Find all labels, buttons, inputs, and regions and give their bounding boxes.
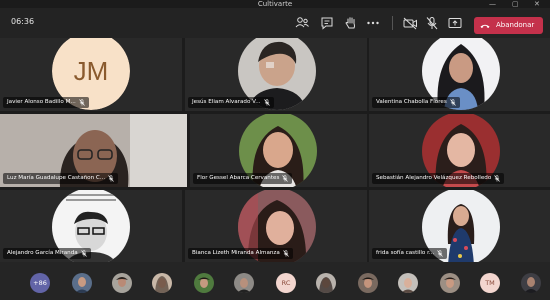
people-icon[interactable]: [293, 14, 311, 32]
participant-nametag: Sebastián Alejandro Velázquez Rebolledo: [372, 173, 505, 184]
mic-muted-icon: [108, 175, 114, 182]
avatar[interactable]: [152, 273, 172, 293]
title-bar: Cultivarte — ▢ ✕: [0, 0, 550, 8]
avatar[interactable]: [194, 273, 214, 293]
more-icon[interactable]: [364, 14, 382, 32]
participant-tile[interactable]: frida sofía castillo r...: [369, 190, 550, 262]
participant-tile[interactable]: JM Javier Alonso Badillo M...: [0, 38, 182, 111]
participant-nametag: frida sofía castillo r...: [372, 248, 448, 259]
participant-tile[interactable]: Jesús Eliam Alvarado V...: [185, 38, 367, 111]
minimize-button[interactable]: —: [489, 0, 496, 8]
avatar[interactable]: [521, 273, 541, 293]
participant-name: Flor Gessel Abarca Cervantes: [197, 175, 280, 181]
maximize-button[interactable]: ▢: [512, 0, 519, 8]
participant-tile[interactable]: Sebastián Alejandro Velázquez Rebolledo: [369, 114, 550, 187]
mic-muted-icon: [282, 175, 289, 182]
participant-tile[interactable]: Flor Gessel Abarca Cervantes: [190, 114, 367, 187]
mic-muted-icon: [79, 99, 85, 106]
avatar[interactable]: [72, 273, 92, 293]
window-title: Cultivarte: [257, 0, 293, 8]
camera-off-icon[interactable]: [401, 14, 419, 32]
chat-icon[interactable]: [318, 14, 336, 32]
participant-nametag: Javier Alonso Badillo M...: [3, 97, 89, 108]
initials-badge[interactable]: TM: [480, 273, 500, 293]
raise-hand-icon[interactable]: [342, 14, 360, 32]
participant-name: Bianca Lizeth Miranda Almanza: [192, 250, 280, 256]
participant-nametag: Alejandro García Miranda: [3, 248, 91, 259]
overflow-count-badge[interactable]: +86: [30, 273, 50, 293]
participant-nametag: Luz María Guadalupe Castañon C...: [3, 173, 119, 184]
close-window-button[interactable]: ✕: [534, 0, 540, 8]
meeting-toolbar: 06:36 Abandonar: [0, 8, 550, 38]
avatar[interactable]: [440, 273, 460, 293]
mic-muted-icon: [437, 250, 443, 257]
participant-nametag: Bianca Lizeth Miranda Almanza: [188, 248, 293, 259]
participant-tile[interactable]: Valentina Chabolla Flores: [369, 38, 550, 111]
participant-strip: +86 RC TM: [0, 262, 550, 300]
avatar[interactable]: [358, 273, 378, 293]
mic-muted-icon: [263, 99, 270, 106]
participant-tile[interactable]: Bianca Lizeth Miranda Almanza: [185, 190, 367, 262]
avatar[interactable]: [112, 273, 132, 293]
phone-hangup-icon: [480, 17, 490, 34]
avatar[interactable]: [398, 273, 418, 293]
participant-video-tile[interactable]: Luz María Guadalupe Castañon C...: [0, 114, 187, 187]
avatar[interactable]: [234, 273, 254, 293]
participant-name: frida sofía castillo r...: [376, 250, 435, 256]
share-icon[interactable]: [446, 14, 464, 32]
participant-tile[interactable]: Alejandro García Miranda: [0, 190, 182, 262]
leave-button[interactable]: Abandonar: [474, 17, 543, 34]
participant-name: Javier Alonso Badillo M...: [7, 99, 76, 105]
avatar[interactable]: [316, 273, 336, 293]
participant-name: Sebastián Alejandro Velázquez Rebolledo: [376, 175, 492, 181]
toolbar-divider: [392, 16, 393, 30]
participant-name: Jesús Eliam Alvarado V...: [192, 99, 261, 105]
mic-off-icon[interactable]: [423, 14, 441, 32]
participant-grid: JM Javier Alonso Badillo M... Jesús Elia…: [0, 38, 550, 262]
initials-badge[interactable]: RC: [276, 273, 296, 293]
avatar-initials: JM: [74, 56, 109, 86]
participant-nametag: Valentina Chabolla Flores: [372, 97, 460, 108]
mic-muted-icon: [283, 250, 289, 257]
mic-muted-icon: [80, 250, 87, 257]
meeting-timer: 06:36: [11, 17, 35, 26]
participant-name: Valentina Chabolla Flores: [376, 99, 447, 105]
leave-label: Abandonar: [496, 21, 535, 29]
participant-nametag: Flor Gessel Abarca Cervantes: [193, 173, 293, 184]
mic-muted-icon: [450, 99, 456, 106]
participant-name: Luz María Guadalupe Castañon C...: [7, 175, 106, 181]
participant-nametag: Jesús Eliam Alvarado V...: [188, 97, 274, 108]
mic-muted-icon: [494, 175, 500, 182]
participant-name: Alejandro García Miranda: [7, 250, 78, 256]
